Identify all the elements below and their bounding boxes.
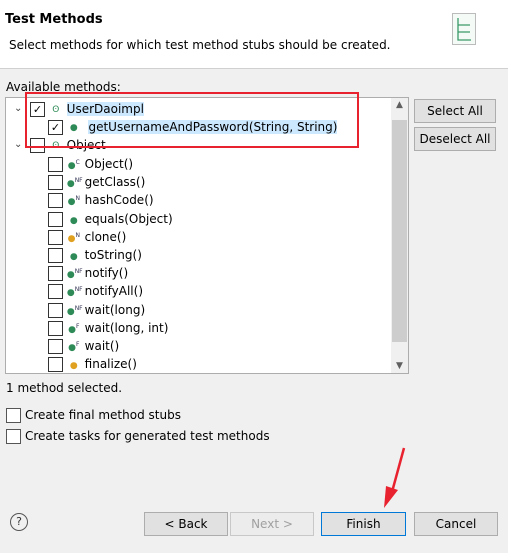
annotation-arrow (384, 447, 406, 508)
